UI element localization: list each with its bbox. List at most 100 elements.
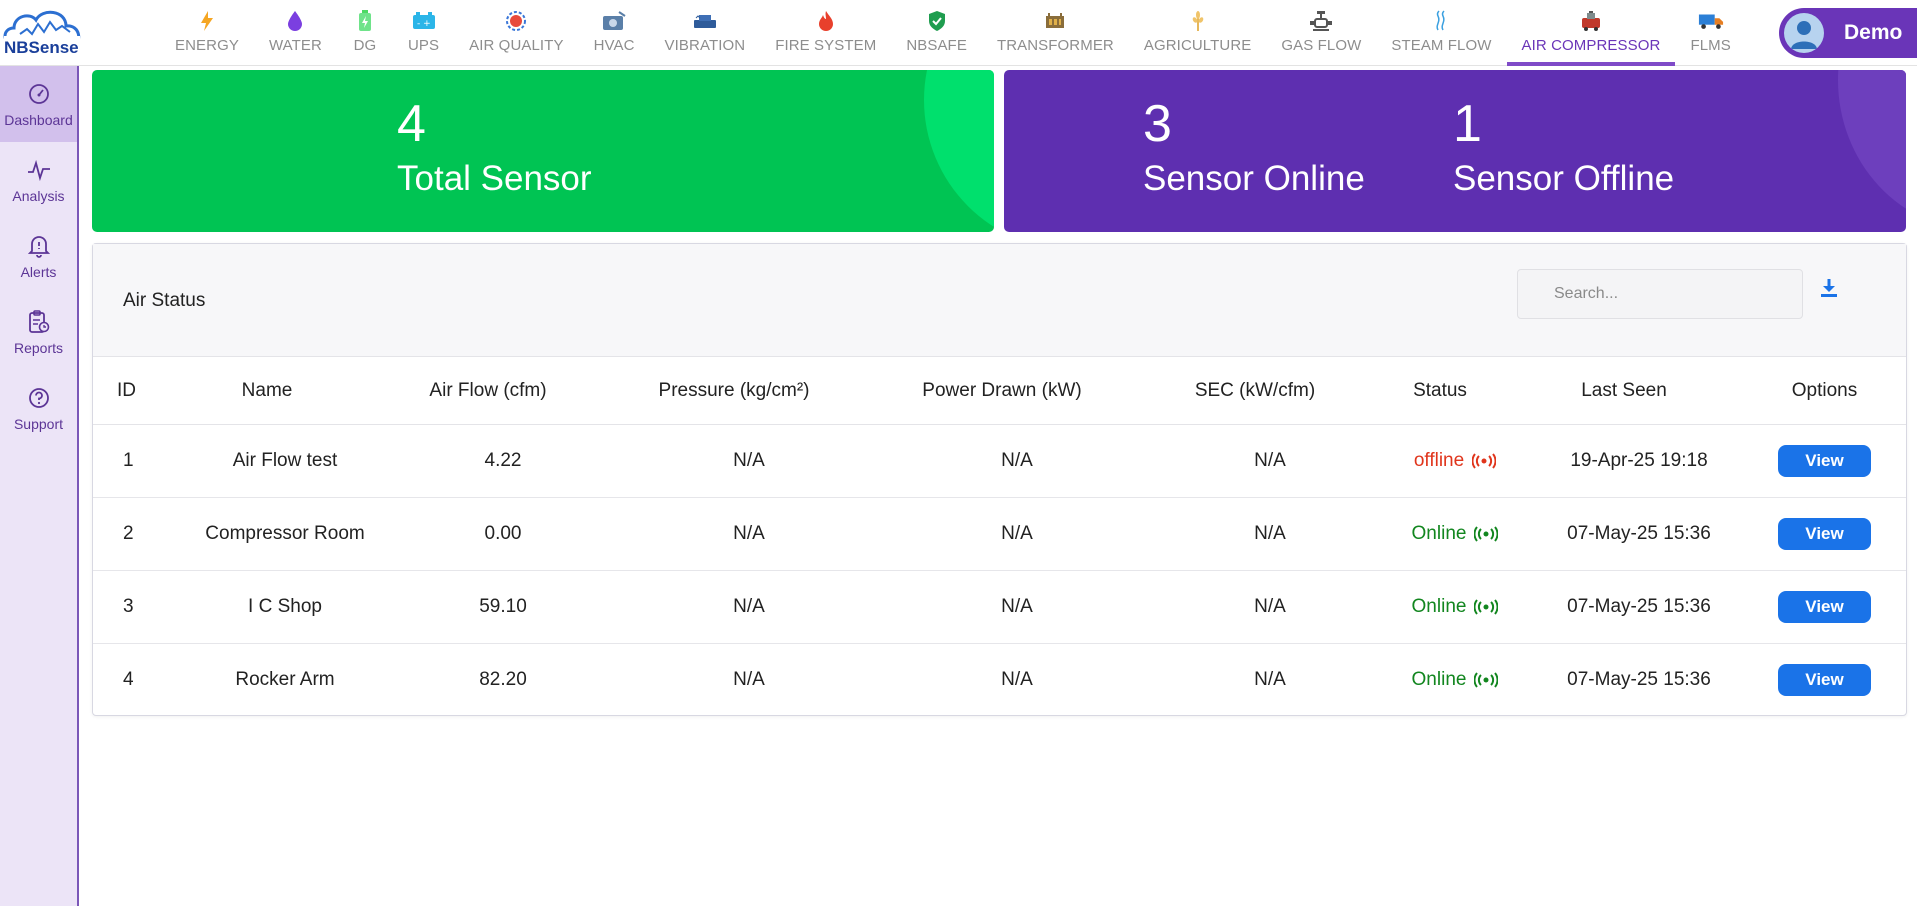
view-button[interactable]: View: [1778, 663, 1871, 696]
nav-label: STEAM FLOW: [1391, 37, 1492, 54]
signal-icon: [1474, 525, 1499, 542]
sensor-status-card: 3 Sensor Online 1 Sensor Offline: [1004, 70, 1906, 232]
sensor-online-label: Sensor Online: [1143, 159, 1365, 198]
cell-power: N/A: [869, 424, 1135, 498]
total-sensor-label: Total Sensor: [397, 159, 592, 198]
status-text: Online: [1411, 522, 1467, 544]
col-pressure[interactable]: Pressure (kg/cm²): [599, 358, 869, 425]
sidebar-item-reports[interactable]: Reports: [0, 294, 77, 370]
nav-air-compressor[interactable]: AIR COMPRESSOR: [1506, 0, 1676, 66]
search-input[interactable]: [1517, 269, 1803, 319]
total-sensor-stat: 4 Total Sensor: [397, 96, 592, 200]
col-sec[interactable]: SEC (kW/cfm): [1135, 358, 1375, 425]
table-row: 1 Air Flow test 4.22 N/A N/A N/A offline…: [93, 424, 1906, 498]
air-quality-icon: [503, 9, 529, 33]
nav-label: AIR QUALITY: [469, 37, 564, 54]
nav-nbsafe[interactable]: NBSAFE: [891, 0, 982, 66]
ups-icon: - +: [411, 9, 437, 33]
col-status[interactable]: Status: [1375, 358, 1505, 425]
view-button[interactable]: View: [1778, 517, 1871, 550]
cell-id: 3: [93, 570, 157, 644]
col-name[interactable]: Name: [157, 358, 377, 425]
nav-label: AIR COMPRESSOR: [1521, 37, 1661, 54]
cell-options: View: [1743, 497, 1906, 571]
status-text: Online: [1411, 668, 1467, 690]
nav-label: TRANSFORMER: [996, 37, 1114, 54]
cell-options: View: [1743, 570, 1906, 644]
signal-icon: [1474, 598, 1499, 615]
table-row: 3 I C Shop 59.10 N/A N/A N/A Online 07-M…: [93, 570, 1906, 644]
nav-ups[interactable]: - + UPS: [393, 0, 454, 66]
col-power[interactable]: Power Drawn (kW): [869, 358, 1135, 425]
nav-label: NBSAFE: [906, 37, 967, 54]
cell-status: Online: [1375, 497, 1505, 571]
nav-transformer[interactable]: TRANSFORMER: [982, 0, 1129, 66]
nbsense-logo[interactable]: NBSense: [0, 4, 90, 64]
cell-options: View: [1743, 424, 1906, 498]
cell-sec: N/A: [1135, 570, 1375, 644]
nav-flms[interactable]: FLMS: [1675, 0, 1745, 66]
nav-dg[interactable]: DG: [337, 0, 393, 66]
avatar: [1784, 13, 1824, 53]
col-last-seen[interactable]: Last Seen: [1505, 358, 1743, 425]
nav-hvac[interactable]: HVAC: [579, 0, 650, 66]
sensor-offline-stat: 1 Sensor Offline: [1453, 96, 1674, 200]
table-row: 4 Rocker Arm 82.20 N/A N/A N/A Online 07…: [93, 643, 1906, 716]
cell-last-seen: 07-May-25 15:36: [1567, 668, 1711, 690]
nav-label: AGRICULTURE: [1143, 37, 1252, 54]
cell-id: 4: [123, 668, 134, 690]
sidebar-item-analysis[interactable]: Analysis: [0, 142, 77, 218]
nav-air-quality[interactable]: AIR QUALITY: [454, 0, 578, 66]
nav-label: ENERGY: [175, 37, 239, 54]
col-id[interactable]: ID: [93, 358, 157, 425]
cell-status: offline: [1375, 424, 1505, 498]
cell-id: 1: [93, 424, 157, 498]
col-air-flow[interactable]: Air Flow (cfm): [377, 358, 599, 425]
cell-name: I C Shop: [157, 570, 377, 644]
nav-label: HVAC: [593, 37, 635, 54]
shield-icon: [924, 9, 950, 33]
cell-id: 2: [93, 497, 157, 571]
cell-sec: N/A: [1254, 668, 1286, 690]
sidebar-item-alerts[interactable]: Alerts: [0, 218, 77, 294]
table-header-row: ID Name Air Flow (cfm) Pressure (kg/cm²)…: [93, 358, 1906, 425]
cell-sec: N/A: [1135, 424, 1375, 498]
nav-steam-flow[interactable]: STEAM FLOW: [1376, 0, 1506, 66]
cell-name: Rocker Arm: [235, 668, 335, 690]
view-button[interactable]: View: [1778, 590, 1871, 623]
sensor-offline-label: Sensor Offline: [1453, 159, 1675, 198]
nav-gas-flow[interactable]: GAS FLOW: [1266, 0, 1376, 66]
clipboard-icon: [26, 309, 52, 335]
nav-vibration[interactable]: VIBRATION: [650, 0, 761, 66]
signal-icon: [1472, 452, 1497, 469]
module-nav: ENERGY WATER DG - + UPS AIR QUALITY HVAC…: [160, 0, 1746, 66]
cell-pressure: N/A: [599, 497, 869, 571]
svg-text:NBSense: NBSense: [4, 38, 79, 57]
cell-air-flow: 82.20: [479, 668, 527, 690]
view-button[interactable]: View: [1778, 444, 1871, 477]
sidebar-item-dashboard[interactable]: Dashboard: [0, 66, 77, 142]
cell-sec: N/A: [1135, 497, 1375, 571]
nav-agriculture[interactable]: AGRICULTURE: [1129, 0, 1267, 66]
battery-icon: [352, 9, 378, 33]
download-icon[interactable]: [1818, 277, 1840, 301]
sidebar-item-label: Dashboard: [4, 111, 73, 128]
nav-fire-system[interactable]: FIRE SYSTEM: [760, 0, 891, 66]
nav-label: VIBRATION: [664, 37, 746, 54]
cell-last-seen: 07-May-25 15:36: [1505, 497, 1743, 571]
sidebar-item-label: Reports: [13, 339, 64, 356]
compressor-icon: [1578, 9, 1604, 33]
sidebar-item-support[interactable]: Support: [0, 370, 77, 446]
card-decoration: [1838, 70, 1906, 230]
sensor-online-count: 3: [1143, 95, 1172, 153]
nav-label: UPS: [407, 37, 440, 54]
air-status-panel: Air Status ID Name Air Flow (cfm) Pressu…: [92, 243, 1907, 716]
signal-icon: [1474, 672, 1499, 688]
wheat-icon: [1185, 9, 1211, 33]
nav-label: GAS FLOW: [1281, 37, 1362, 54]
gauge-icon: [26, 81, 52, 107]
nav-water[interactable]: WATER: [254, 0, 337, 66]
nav-energy[interactable]: ENERGY: [160, 0, 254, 66]
user-menu-button[interactable]: Demo: [1779, 8, 1917, 58]
pulse-icon: [26, 157, 52, 183]
